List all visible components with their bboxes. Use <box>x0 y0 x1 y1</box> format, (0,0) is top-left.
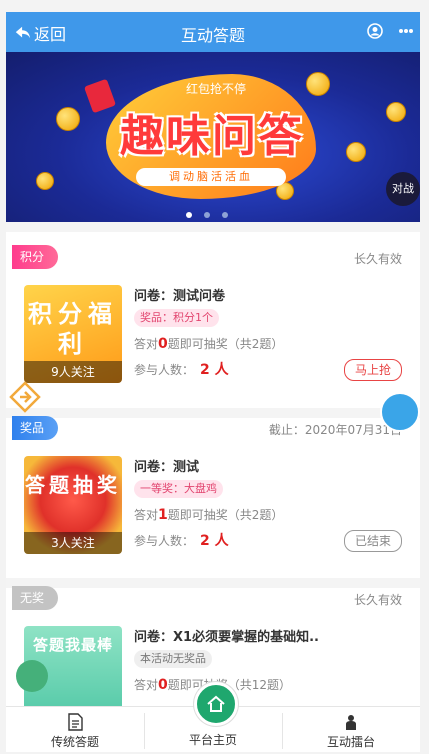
promo-banner[interactable]: 红包抢不停 趣味问答 调动脑活活血 <box>6 52 420 222</box>
banner-tagline: 调动脑活活血 <box>136 168 286 186</box>
quiz-card[interactable]: 积分 长久有效 积分福利 9人关注 问卷：测试问卷 奖品：积分1个 答对0题即可… <box>6 245 420 395</box>
prize-badge: 本活动无奖品 <box>134 650 212 668</box>
follower-count: 3人关注 <box>24 532 122 554</box>
coin-icon <box>56 107 80 131</box>
nav-label: 互动擂台 <box>326 735 375 749</box>
nav-item-arena[interactable]: 互动擂台 <box>282 707 420 752</box>
customer-service-icon[interactable] <box>380 392 420 432</box>
rule-text: 答对1题即可抽奖（共2题） <box>134 507 284 523</box>
thumbnail-text: 答题抽奖 <box>25 473 121 497</box>
ended-button[interactable]: 已结束 <box>343 530 402 552</box>
quiz-card[interactable]: 奖品 截止：2020年07月31日 答题抽奖 3人关注 问卷：测试 一等奖：大盘… <box>6 416 420 566</box>
thumbnail-text: 积分福利 <box>28 299 118 358</box>
quiz-title[interactable]: 问卷：测试 <box>134 456 199 475</box>
category-tag: 积分 <box>12 245 59 269</box>
pagination-dot[interactable] <box>204 212 210 218</box>
prize-badge: 一等奖：大盘鸡 <box>134 480 223 498</box>
pagination-dot[interactable] <box>222 212 228 218</box>
community-icon[interactable] <box>16 660 48 692</box>
participant-count: 参与人数： 2 人 <box>134 533 229 549</box>
user-icon[interactable] <box>367 23 383 39</box>
page-title: 互动答题 <box>180 26 245 45</box>
grab-button[interactable]: 马上抢 <box>343 359 402 381</box>
participant-count: 参与人数： 2 人 <box>134 362 229 378</box>
podium-icon <box>346 715 356 730</box>
quiz-title[interactable]: 问卷：X1必须要掌握的基础知.. <box>134 626 319 645</box>
battle-button[interactable]: 对战 <box>386 172 420 206</box>
validity-text: 长久有效 <box>353 593 402 607</box>
share-icon[interactable] <box>8 380 42 414</box>
divider <box>6 222 420 232</box>
header-bar: 返回 互动答题 <box>6 12 420 52</box>
banner-subtitle: 红包抢不停 <box>185 82 246 96</box>
coin-icon <box>346 142 366 162</box>
nav-label: 传统答题 <box>50 735 99 749</box>
category-tag: 无奖 <box>12 586 59 610</box>
pagination-dot[interactable] <box>186 212 192 218</box>
home-icon <box>207 695 225 712</box>
deadline-text: 截止：2020年07月31日 <box>268 423 402 437</box>
banner-headline: 趣味问答 <box>120 111 304 162</box>
app-container: 返回 互动答题 红包抢不停 趣味问答 调动脑活活血 对战 积分 长久有效 积分福… <box>6 12 420 752</box>
quiz-title[interactable]: 问卷：测试问卷 <box>134 285 225 304</box>
quiz-thumbnail[interactable]: 积分福利 9人关注 <box>24 285 122 383</box>
coin-icon <box>36 172 54 190</box>
quiz-thumbnail[interactable]: 答题抽奖 3人关注 <box>24 456 122 554</box>
banner-pagination <box>186 212 228 218</box>
more-icon[interactable] <box>398 24 414 38</box>
nav-label: 平台主页 <box>188 733 237 747</box>
coin-icon <box>386 102 406 122</box>
rule-text: 答对0题即可抽奖（共2题） <box>134 336 284 352</box>
coin-icon <box>306 72 330 96</box>
document-icon <box>68 713 83 731</box>
validity-text: 长久有效 <box>353 252 402 266</box>
thumbnail-text: 答题我最棒 <box>32 636 113 654</box>
nav-item-traditional[interactable]: 传统答题 <box>6 707 144 752</box>
home-button[interactable] <box>194 682 238 726</box>
category-tag: 奖品 <box>12 416 59 440</box>
prize-badge: 奖品：积分1个 <box>134 309 219 327</box>
